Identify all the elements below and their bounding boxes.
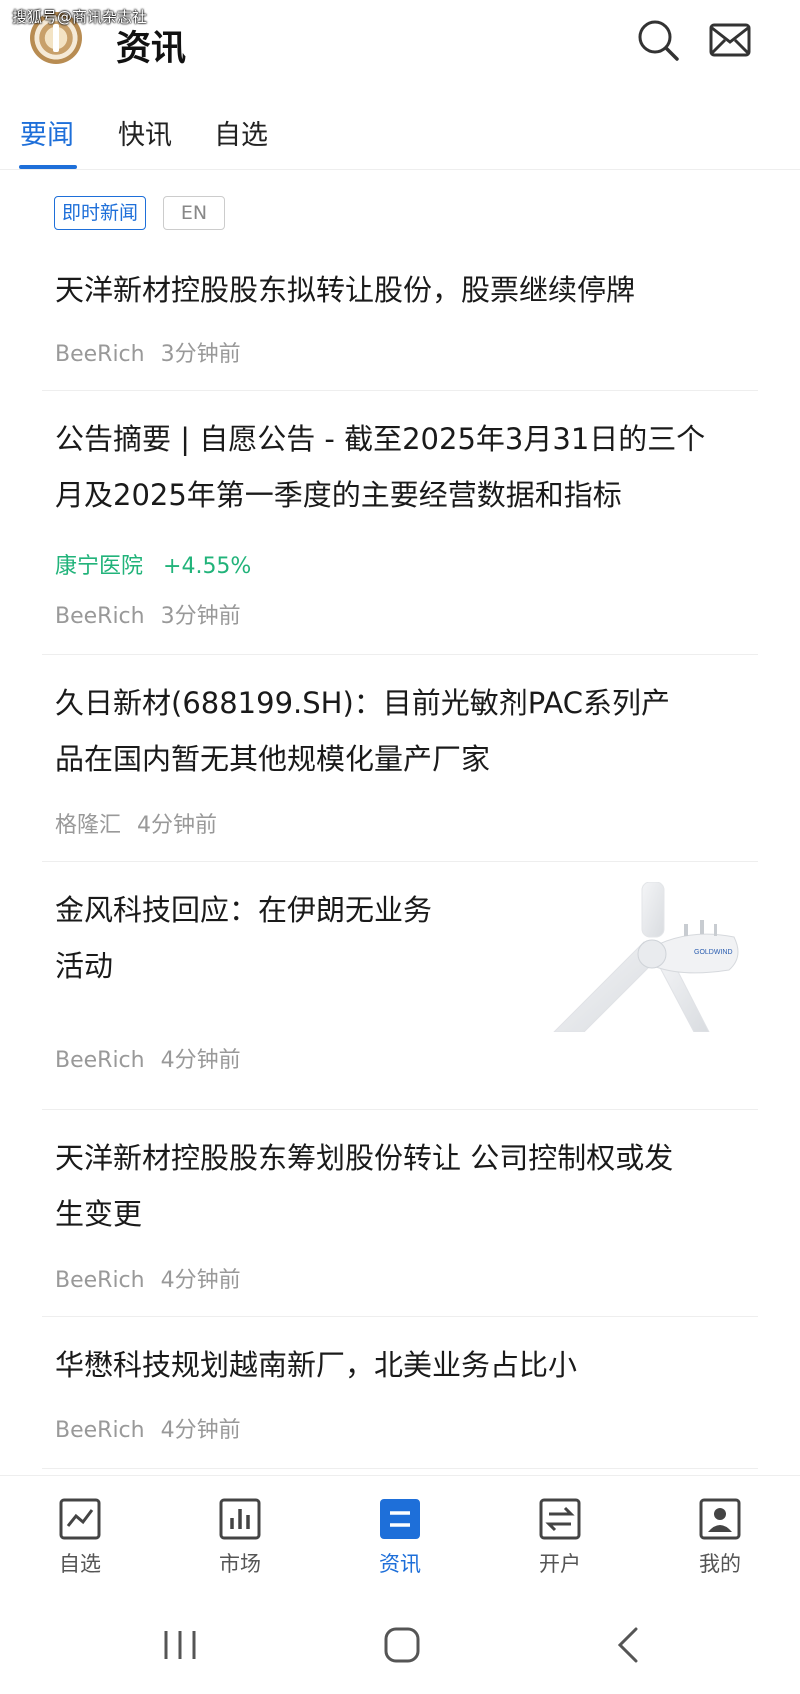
news-meta: BeeRich 3分钟前 bbox=[55, 336, 241, 368]
back-icon[interactable] bbox=[608, 1623, 652, 1667]
news-time: 4分钟前 bbox=[137, 813, 218, 838]
exchange-icon bbox=[539, 1498, 581, 1540]
mail-icon[interactable] bbox=[708, 18, 752, 62]
news-source: BeeRich bbox=[55, 604, 145, 629]
news-meta: 格隆汇 4分钟前 bbox=[55, 807, 217, 839]
news-source: BeeRich bbox=[55, 342, 145, 367]
news-item[interactable]: 天洋新材控股股东拟转让股份，股票继续停牌 BeeRich 3分钟前 bbox=[42, 248, 758, 391]
news-meta: BeeRich 4分钟前 bbox=[55, 1412, 241, 1444]
news-meta: BeeRich 4分钟前 bbox=[55, 1042, 241, 1074]
nav-open-account[interactable]: 开户 bbox=[510, 1498, 610, 1578]
news-item[interactable]: 久日新材(688199.SH)：目前光敏剂PAC系列产 品在国内暂无其他规模化量… bbox=[42, 655, 758, 862]
news-item[interactable]: 金风科技回应：在伊朗无业务 活动 GOLDWIND BeeRich 4分钟前 bbox=[42, 862, 758, 1110]
news-source: BeeRich bbox=[55, 1048, 145, 1073]
home-icon[interactable] bbox=[380, 1623, 424, 1667]
news-title: 久日新材(688199.SH)：目前光敏剂PAC系列产 品在国内暂无其他规模化量… bbox=[55, 686, 670, 776]
recent-apps-icon[interactable] bbox=[158, 1623, 202, 1667]
wind-turbine-image: GOLDWIND bbox=[553, 882, 739, 1032]
news-title: 天洋新材控股股东拟转让股份，股票继续停牌 bbox=[55, 273, 636, 307]
news-source: 格隆汇 bbox=[55, 813, 122, 838]
brand-label: GOLDWIND bbox=[694, 949, 733, 956]
news-time: 4分钟前 bbox=[160, 1418, 241, 1443]
watermark: 搜狐号@商讯杂志社 bbox=[12, 8, 148, 26]
news-title: 公告摘要 | 自愿公告 - 截至2025年3月31日的三个 月及2025年第一季… bbox=[55, 422, 706, 512]
bottom-nav: 自选 市场 资讯 开户 我的 bbox=[0, 1475, 800, 1595]
news-item[interactable]: 华懋科技规划越南新厂，北美业务占比小 BeeRich 4分钟前 bbox=[42, 1317, 758, 1469]
nav-market[interactable]: 市场 bbox=[190, 1498, 290, 1578]
news-time: 4分钟前 bbox=[160, 1268, 241, 1293]
tab-flash[interactable]: 快讯 bbox=[118, 113, 172, 152]
bar-chart-icon bbox=[219, 1498, 261, 1540]
news-title: 华懋科技规划越南新厂，北美业务占比小 bbox=[55, 1348, 578, 1382]
tab-watchlist[interactable]: 自选 bbox=[214, 113, 268, 152]
nav-watchlist[interactable]: 自选 bbox=[30, 1498, 130, 1578]
news-item[interactable]: 天洋新材控股股东筹划股份转让 公司控制权或发 生变更 BeeRich 4分钟前 bbox=[42, 1110, 758, 1317]
news-time: 3分钟前 bbox=[160, 342, 241, 367]
news-time: 4分钟前 bbox=[160, 1048, 241, 1073]
news-meta: BeeRich 4分钟前 bbox=[55, 1262, 241, 1294]
stock-tag[interactable]: 康宁医院 +4.55% bbox=[55, 548, 251, 580]
nav-profile[interactable]: 我的 bbox=[670, 1498, 770, 1578]
nav-news[interactable]: 资讯 bbox=[350, 1498, 450, 1578]
news-tabs: 要闻 快讯 自选 bbox=[0, 95, 800, 170]
news-source: BeeRich bbox=[55, 1268, 145, 1293]
system-nav-bar bbox=[0, 1595, 800, 1694]
chart-line-icon bbox=[59, 1498, 101, 1540]
news-title: 天洋新材控股股东筹划股份转让 公司控制权或发 生变更 bbox=[55, 1141, 674, 1231]
news-meta: BeeRich 3分钟前 bbox=[55, 598, 241, 630]
stock-name: 康宁医院 bbox=[55, 554, 144, 579]
news-time: 3分钟前 bbox=[160, 604, 241, 629]
active-tab-indicator bbox=[19, 165, 77, 169]
news-source: BeeRich bbox=[55, 1418, 145, 1443]
profile-icon bbox=[699, 1498, 741, 1540]
search-icon[interactable] bbox=[636, 18, 680, 62]
english-chip[interactable]: EN bbox=[163, 196, 225, 230]
news-icon bbox=[380, 1499, 420, 1539]
news-title: 金风科技回应：在伊朗无业务 活动 bbox=[55, 893, 433, 983]
news-item[interactable]: 公告摘要 | 自愿公告 - 截至2025年3月31日的三个 月及2025年第一季… bbox=[42, 391, 758, 655]
realtime-news-chip[interactable]: 即时新闻 bbox=[54, 196, 146, 230]
stock-change: +4.55% bbox=[163, 554, 252, 579]
page-title: 资讯 bbox=[116, 29, 187, 69]
tab-headlines[interactable]: 要闻 bbox=[20, 113, 74, 152]
